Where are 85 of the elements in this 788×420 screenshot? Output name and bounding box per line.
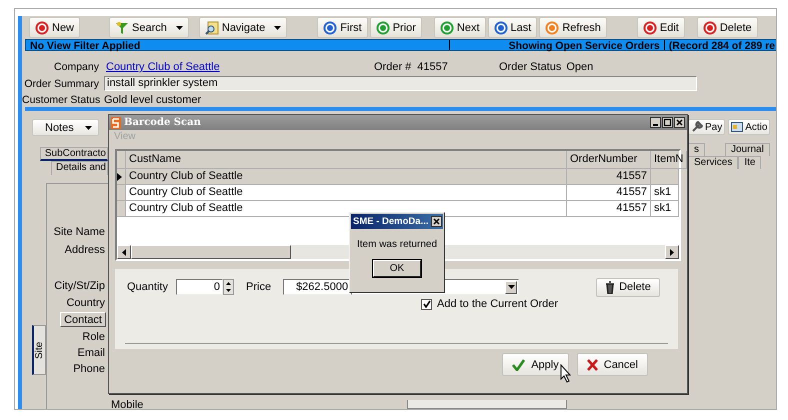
field-label: Address — [64, 243, 106, 258]
field-label: Phone — [73, 362, 106, 377]
order-number: 41557 — [417, 61, 448, 73]
contact-button[interactable]: Contact — [60, 312, 106, 327]
tab[interactable]: Details and — [50, 161, 108, 175]
status-text: No View Filter Applied — [26, 40, 450, 50]
row-header-cell — [117, 185, 126, 201]
caret-icon — [508, 285, 515, 289]
toolbar-button[interactable]: Delete — [696, 17, 758, 38]
notes-button[interactable]: Notes — [32, 119, 99, 136]
cancel-button[interactable]: Cancel — [576, 353, 648, 376]
field-label: Quantity — [127, 281, 169, 293]
checkmark-icon — [512, 358, 526, 370]
field-label: Price — [246, 281, 272, 293]
customer-status: Gold level customer — [104, 94, 202, 106]
mouse-pointer-icon — [560, 364, 572, 383]
checkbox-label: Add to the Current Order — [437, 298, 558, 310]
x-mark-icon — [586, 358, 598, 370]
app-logo-icon — [111, 116, 121, 128]
price-field[interactable]: $262.5000 — [283, 279, 352, 295]
toolbar-button[interactable]: Navigate — [198, 17, 288, 38]
table-cell: 41557 — [567, 169, 651, 185]
field-label: City/St/Zip — [54, 279, 106, 294]
card-icon — [731, 122, 744, 132]
delete-button[interactable]: Delete — [596, 278, 660, 296]
close-icon — [674, 117, 685, 128]
caret-icon — [85, 126, 92, 130]
grid-row[interactable]: Country Club of Seattle 41557 — [117, 169, 679, 185]
tab[interactable]: Ite — [738, 156, 762, 169]
toolbar-button[interactable]: First — [317, 17, 368, 38]
dialog-title: SME - DemoDa... — [353, 216, 430, 227]
field-label: Company — [53, 61, 100, 73]
status-text: (Record 284 of 289 re — [668, 40, 776, 50]
toolbar-button[interactable]: Edit — [636, 17, 685, 38]
pay-button[interactable]: Pay — [688, 119, 726, 135]
tab[interactable]: SubContracto — [40, 147, 108, 161]
toolbar-button[interactable]: Search — [109, 17, 189, 38]
side-tab[interactable]: Site — [32, 325, 46, 375]
dialog-title: Barcode Scan — [124, 117, 202, 128]
order-summary-field[interactable]: install sprinkler system — [104, 76, 697, 91]
field-label: Site Name — [54, 225, 106, 240]
toolbar-button[interactable]: Next — [434, 17, 486, 38]
field-label: Order Status — [499, 61, 562, 73]
magnifier-icon — [204, 20, 219, 34]
field-label: Customer Status — [22, 94, 102, 106]
maximize-icon — [662, 117, 673, 128]
table-cell: 41557 — [567, 185, 651, 201]
company-link[interactable]: Country Club of Seattle — [106, 61, 220, 73]
minimize-icon — [650, 117, 661, 128]
trash-icon — [605, 280, 616, 294]
tab[interactable]: Journal — [725, 143, 770, 156]
apply-button[interactable]: Apply — [502, 353, 569, 376]
left-arrow-icon — [122, 248, 126, 256]
toolbar-button[interactable]: Last — [488, 17, 538, 38]
wrench-icon — [691, 121, 703, 133]
table-cell: 41557 — [567, 201, 651, 217]
field-label: Order # — [374, 61, 412, 73]
order-status: Open — [566, 61, 594, 73]
checkbox[interactable] — [421, 298, 432, 310]
ok-button[interactable]: OK — [373, 260, 421, 277]
up-arrow-icon — [224, 280, 233, 287]
table-cell: Country Club of Seattle — [126, 169, 567, 185]
status-text: Showing Open Service Orders — [450, 40, 665, 50]
field-label: Country — [66, 296, 106, 311]
table-cell: Country Club of Seattle — [126, 185, 567, 201]
checkmark-icon — [422, 300, 430, 308]
row-pointer-icon — [117, 172, 122, 180]
dropdown-field[interactable] — [407, 400, 568, 409]
toolbar-button[interactable]: New — [29, 17, 80, 38]
toolbar-button[interactable]: Prior — [370, 17, 422, 38]
row-header-cell — [117, 201, 126, 217]
right-arrow-icon — [670, 248, 674, 256]
table-cell: sk1 — [651, 185, 679, 201]
message-text: Item was returned — [356, 239, 438, 250]
action-button[interactable]: Actio — [728, 119, 770, 135]
close-icon — [431, 216, 442, 227]
table-cell: sk1 — [651, 201, 679, 217]
funnel-icon — [115, 20, 130, 34]
grid-row[interactable]: Country Club of Seattle 41557 sk1 — [117, 185, 679, 201]
field-label: Order Summary — [23, 78, 100, 90]
down-arrow-icon — [224, 287, 233, 294]
field-label: Email — [77, 346, 106, 361]
field-label: Role — [82, 330, 106, 345]
field-label: Mobile — [111, 399, 144, 409]
toolbar-button[interactable]: Refresh — [539, 17, 607, 38]
